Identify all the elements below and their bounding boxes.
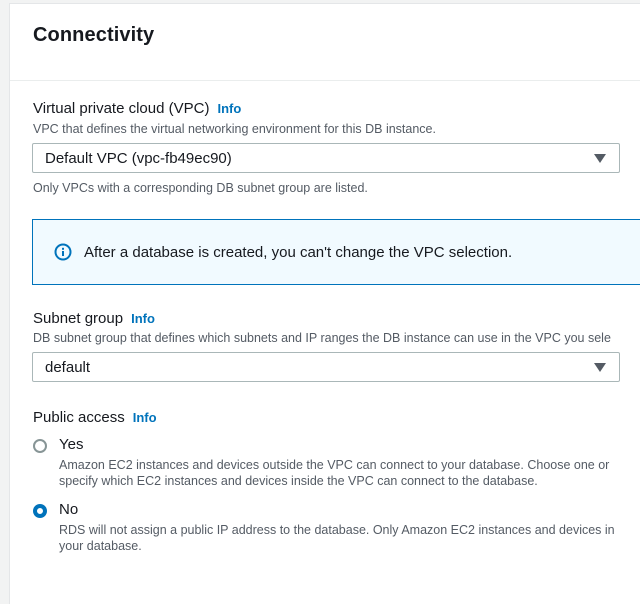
subnet-group-info-link[interactable]: Info	[131, 311, 155, 326]
public-access-yes-description-line2: specify which EC2 instances and devices …	[59, 474, 538, 488]
vpc-label: Virtual private cloud (VPC) Info	[33, 100, 241, 117]
caret-down-icon	[594, 154, 606, 163]
public-access-label-text: Public access	[33, 409, 125, 426]
public-access-no-description-line2: your database.	[59, 539, 142, 553]
panel-header: Connectivity	[10, 4, 640, 81]
vpc-hint: Only VPCs with a corresponding DB subnet…	[33, 181, 368, 195]
vpc-select-value: Default VPC (vpc-fb49ec90)	[45, 150, 232, 167]
vpc-info-link[interactable]: Info	[217, 101, 241, 116]
subnet-group-label: Subnet group Info	[33, 310, 155, 327]
public-access-no-radio[interactable]	[33, 504, 47, 518]
public-access-label: Public access Info	[33, 409, 157, 426]
connectivity-panel: Connectivity Virtual private cloud (VPC)…	[9, 3, 640, 604]
alert-text: After a database is created, you can't c…	[84, 244, 513, 261]
public-access-yes-label[interactable]: Yes	[59, 436, 83, 453]
public-access-yes-description-line1: Amazon EC2 instances and devices outside…	[59, 458, 610, 472]
vpc-description: VPC that defines the virtual networking …	[33, 122, 436, 136]
caret-down-icon	[594, 363, 606, 372]
public-access-no-label[interactable]: No	[59, 501, 78, 518]
public-access-yes-radio[interactable]	[33, 439, 47, 453]
info-icon	[54, 243, 72, 261]
section-title: Connectivity	[33, 24, 155, 46]
vpc-info-alert: After a database is created, you can't c…	[32, 219, 640, 285]
subnet-group-select[interactable]: default	[32, 352, 620, 382]
subnet-group-description: DB subnet group that defines which subne…	[33, 331, 611, 345]
subnet-group-label-text: Subnet group	[33, 310, 124, 327]
vpc-select[interactable]: Default VPC (vpc-fb49ec90)	[32, 143, 620, 173]
subnet-group-select-value: default	[45, 359, 91, 376]
public-access-no-description-line1: RDS will not assign a public IP address …	[59, 523, 615, 537]
vpc-label-text: Virtual private cloud (VPC)	[33, 100, 210, 117]
public-access-info-link[interactable]: Info	[133, 410, 157, 425]
